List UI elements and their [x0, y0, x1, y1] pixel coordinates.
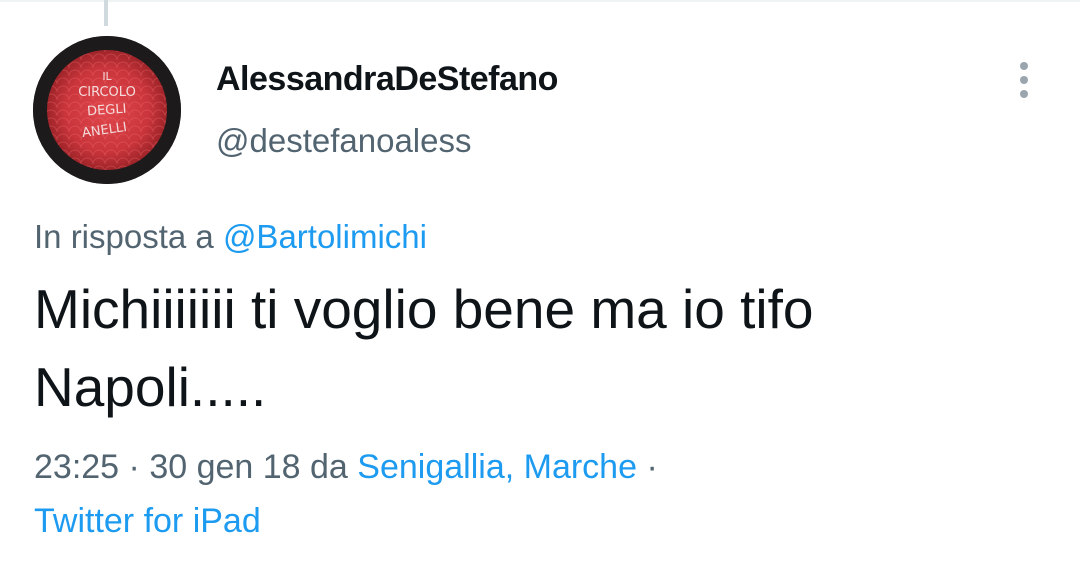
thread-connector-line [104, 0, 108, 26]
tweet-text: Michiiiiiii ti voglio bene ma io tifo Na… [34, 270, 1034, 426]
vertical-ellipsis-icon [1020, 62, 1028, 98]
avatar[interactable]: IL CIRCOLO DEGLI ANELLI [33, 36, 181, 184]
reply-prefix: In risposta a [34, 218, 223, 255]
tweet-metadata: 23:25 · 30 gen 18 da Senigallia, Marche … [34, 440, 1034, 548]
meta-separator: · [119, 448, 150, 486]
meta-separator-2: · [637, 448, 658, 486]
avatar-text-il: IL [102, 70, 112, 83]
author-handle[interactable]: @destefanoaless [216, 122, 472, 160]
tweet-text-line-1: Michiiiiiii ti voglio bene ma io tifo [34, 278, 814, 340]
more-options-button[interactable] [1006, 60, 1042, 100]
reply-context: In risposta a @Bartolimichi [34, 218, 427, 256]
reply-mention-link[interactable]: @Bartolimichi [223, 218, 427, 255]
tweet-location-link[interactable]: Senigallia, Marche [357, 448, 637, 486]
tweet-source-link[interactable]: Twitter for iPad [34, 502, 261, 540]
author-display-name[interactable]: AlessandraDeStefano [216, 60, 558, 99]
tweet-date[interactable]: 30 gen 18 [149, 448, 300, 486]
avatar-text-degli: DEGLI [87, 102, 127, 120]
tweet-time[interactable]: 23:25 [34, 448, 119, 486]
tweet-text-line-2: Napoli..... [34, 356, 267, 418]
avatar-text-circolo: CIRCOLO [78, 85, 136, 100]
top-divider [0, 0, 1080, 2]
avatar-image: IL CIRCOLO DEGLI ANELLI [33, 36, 181, 184]
meta-via: da [300, 448, 358, 486]
